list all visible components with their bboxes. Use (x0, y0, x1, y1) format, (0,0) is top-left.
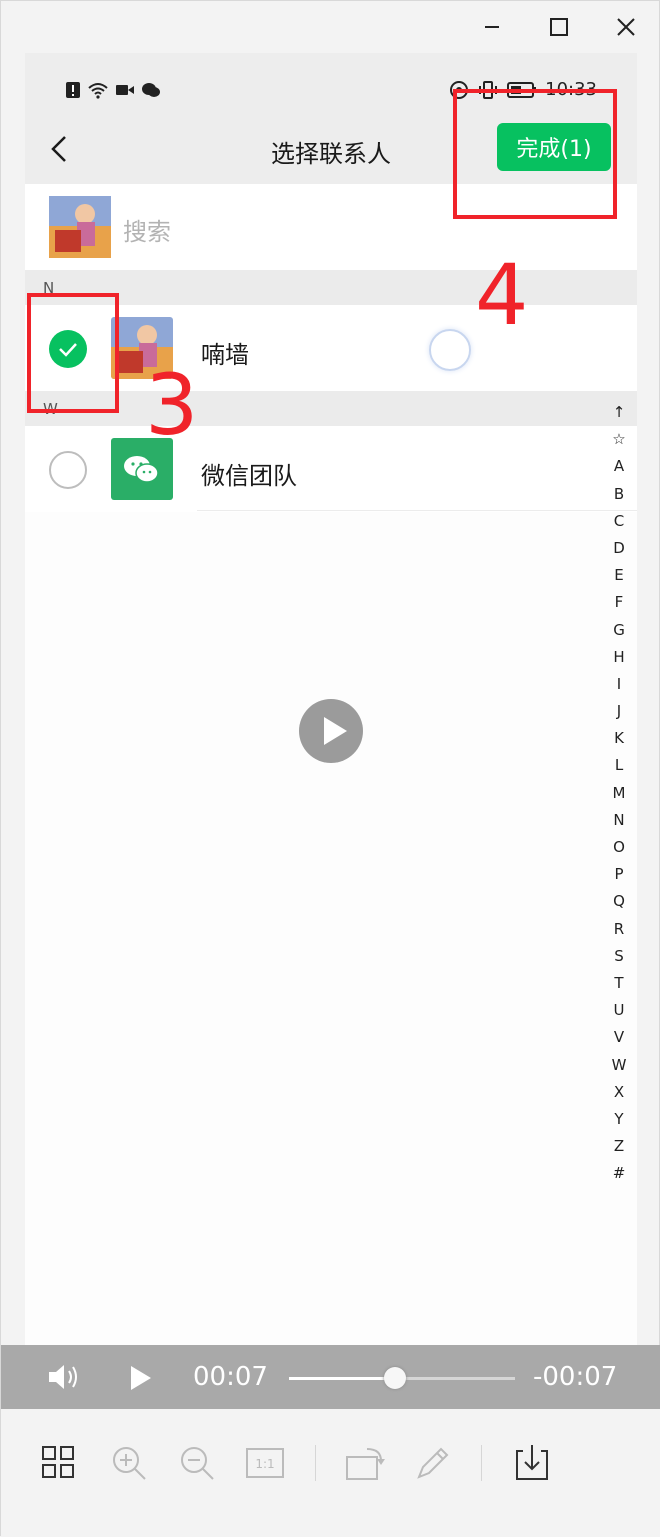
index-letter[interactable]: P (607, 861, 631, 888)
zoom-in-icon (113, 1447, 146, 1480)
index-letter[interactable]: H (607, 644, 631, 671)
minimize-icon (484, 26, 499, 28)
remaining-time: -00:07 (533, 1362, 618, 1392)
index-letter[interactable]: ☆ (607, 426, 631, 453)
download-button[interactable] (513, 1443, 553, 1483)
play-overlay-button[interactable] (299, 699, 363, 763)
alert-icon (66, 82, 80, 98)
status-left-icons (65, 81, 161, 99)
video-player-bar: 00:07 -00:07 (1, 1345, 660, 1409)
index-letter[interactable]: F (607, 589, 631, 616)
contact-name: 微信团队 (201, 462, 297, 490)
touch-ripple (429, 329, 471, 371)
elapsed-time: 00:07 (193, 1362, 268, 1392)
rotate-button[interactable] (345, 1443, 389, 1483)
actual-size-label: 1:1 (255, 1457, 274, 1471)
grid-icon (42, 1446, 74, 1478)
seek-bar-progress (289, 1377, 396, 1380)
index-letter[interactable]: L (607, 752, 631, 779)
actual-size-button[interactable]: 1:1 (245, 1443, 287, 1483)
row-divider (197, 510, 637, 511)
index-letter[interactable]: J (607, 698, 631, 725)
zoom-out-icon (181, 1447, 214, 1480)
zoom-in-button[interactable] (109, 1443, 149, 1483)
video-icon (116, 85, 134, 95)
index-letter[interactable]: I (607, 671, 631, 698)
search-avatar (49, 196, 111, 258)
close-button[interactable] (592, 1, 659, 53)
contact-row-wechat-team[interactable]: 微信团队 (25, 426, 637, 512)
window-controls (458, 1, 659, 53)
index-letter[interactable]: # (607, 1160, 631, 1187)
index-letter[interactable]: W (607, 1052, 631, 1079)
avatar-image (49, 196, 111, 258)
search-placeholder: 搜索 (123, 218, 171, 246)
wechat-icon (142, 83, 160, 97)
seek-bar-handle[interactable] (384, 1367, 407, 1389)
index-letter[interactable]: K (607, 725, 631, 752)
seek-bar[interactable] (289, 1367, 515, 1389)
index-letter[interactable]: Z (607, 1133, 631, 1160)
index-letter[interactable]: B (607, 481, 631, 508)
index-letter[interactable]: C (607, 508, 631, 535)
close-icon (616, 18, 635, 36)
contact-name: 喃墙 (201, 341, 249, 369)
index-letter[interactable]: U (607, 997, 631, 1024)
wifi-icon (88, 83, 108, 99)
index-letter[interactable]: N (607, 807, 631, 834)
checkbox-unchecked[interactable] (49, 451, 87, 489)
toolbar-divider (481, 1445, 482, 1481)
volume-icon[interactable] (47, 1362, 85, 1392)
annotation-step-3: 3 (145, 356, 199, 454)
index-letter[interactable]: V (607, 1024, 631, 1051)
index-letter[interactable]: M (607, 780, 631, 807)
play-icon (324, 717, 347, 745)
alphabet-index[interactable]: ↑ ☆ A B C D E F G H I J K L M N O P Q R S T U V W X Y Z # (607, 399, 631, 1187)
rotate-icon (346, 1448, 385, 1480)
index-letter[interactable]: O (607, 834, 631, 861)
index-letter[interactable]: T (607, 970, 631, 997)
zoom-out-button[interactable] (177, 1443, 217, 1483)
annotation-box-done (453, 89, 617, 219)
index-letter[interactable]: G (607, 617, 631, 644)
image-viewer-window: 10:33 选择联系人 完成(1) 搜索 N 喃墙 W 微信团队 ↑ ☆ A B… (0, 0, 660, 1537)
actual-size-icon: 1:1 (246, 1448, 284, 1478)
maximize-icon (549, 18, 568, 36)
minimize-button[interactable] (458, 1, 525, 53)
index-letter[interactable]: Y (607, 1106, 631, 1133)
edit-button[interactable] (413, 1443, 453, 1483)
phone-screenshot: 10:33 选择联系人 完成(1) 搜索 N 喃墙 W 微信团队 ↑ ☆ A B… (25, 53, 637, 1345)
index-letter[interactable]: E (607, 562, 631, 589)
index-letter[interactable]: ↑ (607, 399, 631, 426)
annotation-box-checkbox (27, 293, 119, 413)
index-letter[interactable]: D (607, 535, 631, 562)
download-icon (516, 1445, 548, 1480)
index-letter[interactable]: Q (607, 888, 631, 915)
index-letter[interactable]: X (607, 1079, 631, 1106)
annotation-step-4: 4 (475, 246, 529, 344)
index-letter[interactable]: A (607, 453, 631, 480)
toolbar-divider (315, 1445, 316, 1481)
edit-icon (417, 1447, 449, 1479)
index-letter[interactable]: S (607, 943, 631, 970)
play-icon[interactable] (129, 1365, 153, 1391)
grid-view-button[interactable] (39, 1443, 79, 1483)
maximize-button[interactable] (525, 1, 592, 53)
viewer-toolbar: 1:1 (1, 1409, 660, 1537)
index-letter[interactable]: R (607, 916, 631, 943)
